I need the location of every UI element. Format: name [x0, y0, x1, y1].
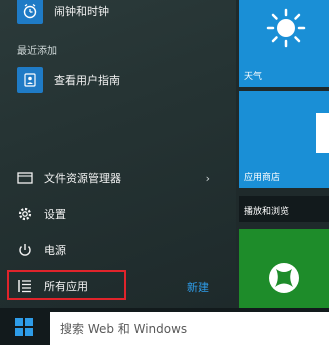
chevron-right-icon[interactable]: › [206, 172, 210, 185]
sun-icon [266, 8, 306, 51]
tile-group-header: 播放和浏览 [239, 196, 329, 222]
taskbar [0, 308, 329, 345]
start-menu: 闹钟和时钟 最近添加 查看用户指南 文件资源管理器 › 设置 电源 所有应用 新… [0, 0, 329, 345]
alarm-clock-icon [17, 0, 43, 24]
file-explorer-item[interactable]: 文件资源管理器 › [0, 166, 236, 190]
tile-group-label: 播放和浏览 [244, 207, 290, 217]
app-item-label: 查看用户指南 [54, 74, 120, 87]
tile-weather[interactable]: 天气 [239, 0, 329, 87]
start-button[interactable] [0, 308, 47, 345]
user-guide-icon [17, 67, 43, 93]
tile-label: 应用商店 [244, 173, 281, 183]
app-item-label: 闹钟和时钟 [54, 5, 109, 18]
file-explorer-label: 文件资源管理器 [44, 172, 121, 185]
folder-icon [17, 170, 33, 186]
new-badge[interactable]: 新建 [187, 279, 209, 295]
tile-area: 天气 应用商店 播放和浏览 [236, 0, 329, 308]
settings-item[interactable]: 设置 [0, 202, 236, 226]
recently-added-heading: 最近添加 [17, 46, 57, 57]
power-icon [17, 242, 33, 258]
app-item-alarms[interactable]: 闹钟和时钟 [0, 0, 236, 26]
tile-label: 天气 [244, 72, 263, 82]
xbox-icon [268, 262, 300, 297]
tile-xbox[interactable] [239, 229, 329, 308]
power-item[interactable]: 电源 [0, 238, 236, 262]
store-icon [316, 113, 329, 153]
settings-label: 设置 [44, 208, 66, 221]
start-left-pane: 闹钟和时钟 最近添加 查看用户指南 文件资源管理器 › 设置 电源 所有应用 新… [0, 0, 236, 308]
gear-icon [17, 206, 33, 222]
highlight-box [7, 270, 126, 300]
search-input[interactable] [50, 320, 322, 337]
app-item-user-guide[interactable]: 查看用户指南 [0, 64, 236, 96]
tile-store[interactable]: 应用商店 [239, 91, 329, 188]
windows-logo-icon [14, 317, 33, 336]
power-label: 电源 [44, 244, 66, 257]
search-box[interactable] [50, 312, 329, 345]
